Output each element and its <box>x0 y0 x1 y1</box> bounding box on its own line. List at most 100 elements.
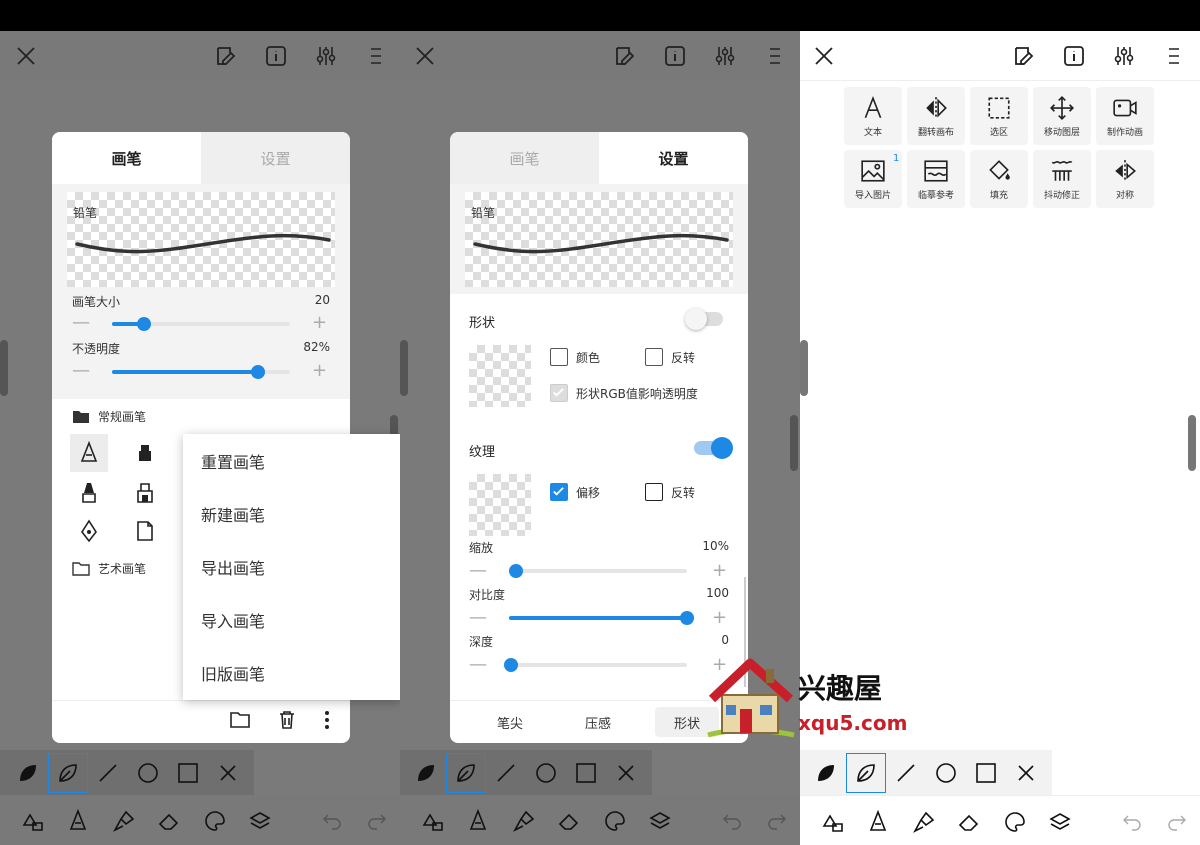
contrast-plus-icon[interactable]: + <box>712 609 727 627</box>
brush-ink-icon[interactable] <box>70 474 108 512</box>
tool-flip-canvas[interactable]: 翻转画布 <box>907 87 965 145</box>
opacity-slider[interactable] <box>112 365 290 379</box>
leaf-brush-icon[interactable] <box>8 753 48 793</box>
pencil-tool-icon[interactable] <box>456 801 502 841</box>
depth-thumb[interactable] <box>504 658 518 672</box>
leaf-brush-icon[interactable] <box>806 753 846 793</box>
trash-icon[interactable] <box>278 710 296 734</box>
leaf-brush-icon[interactable] <box>406 753 446 793</box>
circle-icon[interactable] <box>128 753 168 793</box>
shape-texture-preview[interactable] <box>469 345 531 407</box>
redo-icon[interactable] <box>1155 802 1200 842</box>
brush-stamp-icon[interactable] <box>126 474 164 512</box>
shapes-icon[interactable] <box>10 801 56 841</box>
left-scroll-handle[interactable] <box>400 340 408 396</box>
canvas-edit-icon[interactable] <box>612 43 638 69</box>
folder-add-icon[interactable] <box>230 711 250 733</box>
square-icon[interactable] <box>966 753 1006 793</box>
tab-settings[interactable]: 设置 <box>201 132 350 184</box>
menu-reset-brush[interactable]: 重置画笔 <box>183 434 400 487</box>
redo-icon[interactable] <box>755 801 801 841</box>
folder-art[interactable]: 艺术画笔 <box>72 560 146 577</box>
size-slider[interactable] <box>112 317 290 331</box>
line-icon[interactable] <box>886 753 926 793</box>
leaf-outline-icon[interactable] <box>48 753 88 793</box>
eraser-icon[interactable] <box>947 802 993 842</box>
info-icon[interactable] <box>662 43 688 69</box>
opacity-thumb[interactable] <box>250 365 265 379</box>
tool-fill[interactable]: 填充 <box>970 150 1028 208</box>
subtab-tip[interactable]: 笔尖 <box>480 707 540 737</box>
subtab-pressure[interactable]: 压感 <box>568 707 628 737</box>
eraser-icon[interactable] <box>547 801 593 841</box>
shapes-icon[interactable] <box>410 801 456 841</box>
leaf-outline-icon[interactable] <box>446 753 486 793</box>
square-icon[interactable] <box>168 753 208 793</box>
pencil-tool-icon[interactable] <box>56 801 102 841</box>
texture-invert-checkbox[interactable] <box>645 483 663 501</box>
right-scroll-handle[interactable] <box>790 415 798 471</box>
depth-minus-icon[interactable]: — <box>469 656 487 674</box>
contrast-slider[interactable] <box>509 611 694 625</box>
sliders-icon[interactable] <box>712 43 738 69</box>
texture-preview[interactable] <box>469 474 531 536</box>
tool-move-layer[interactable]: 移动图层 <box>1033 87 1091 145</box>
close-icon[interactable] <box>811 43 837 69</box>
tool-symmetry[interactable]: 对称 <box>1096 150 1154 208</box>
scale-thumb[interactable] <box>509 564 524 578</box>
folder-regular[interactable]: 常规画笔 <box>72 408 146 425</box>
info-icon[interactable] <box>263 43 289 69</box>
menu-icon[interactable] <box>762 43 788 69</box>
brush-pencil-icon[interactable] <box>70 434 108 472</box>
info-icon[interactable] <box>1061 43 1087 69</box>
palette-icon[interactable] <box>192 801 238 841</box>
layers-icon[interactable] <box>1038 802 1084 842</box>
shape-rgb-checkbox[interactable] <box>550 384 568 402</box>
shape-invert-checkbox[interactable] <box>645 348 663 366</box>
clear-icon[interactable] <box>606 753 646 793</box>
opacity-plus-icon[interactable]: + <box>312 362 327 380</box>
left-scroll-handle[interactable] <box>800 340 808 396</box>
brush-pen-icon[interactable] <box>70 512 108 550</box>
tab-brush[interactable]: 画笔 <box>52 132 201 184</box>
clear-icon[interactable] <box>208 753 248 793</box>
left-scroll-handle[interactable] <box>0 340 8 396</box>
eraser-icon[interactable] <box>147 801 193 841</box>
size-plus-icon[interactable]: + <box>312 314 327 332</box>
layers-icon[interactable] <box>638 801 684 841</box>
scale-plus-icon[interactable]: + <box>712 562 727 580</box>
tool-stabilizer[interactable]: 抖动修正 <box>1033 150 1091 208</box>
redo-icon[interactable] <box>355 801 401 841</box>
canvas-edit-icon[interactable] <box>213 43 239 69</box>
tool-selection[interactable]: 选区 <box>970 87 1028 145</box>
layers-icon[interactable] <box>238 801 284 841</box>
scale-slider[interactable] <box>509 564 687 578</box>
brush-custom-icon[interactable] <box>126 512 164 550</box>
line-icon[interactable] <box>88 753 128 793</box>
pencil-tool-icon[interactable] <box>856 802 902 842</box>
line-icon[interactable] <box>486 753 526 793</box>
size-thumb[interactable] <box>137 317 152 331</box>
circle-icon[interactable] <box>526 753 566 793</box>
contrast-minus-icon[interactable]: — <box>469 609 487 627</box>
smudge-icon[interactable] <box>501 801 547 841</box>
square-icon[interactable] <box>566 753 606 793</box>
contrast-thumb[interactable] <box>680 611 694 625</box>
close-icon[interactable] <box>13 43 39 69</box>
brush-marker-icon[interactable] <box>126 434 164 472</box>
texture-toggle[interactable] <box>694 437 733 459</box>
menu-export-brush[interactable]: 导出画笔 <box>183 540 400 593</box>
shapes-icon[interactable] <box>810 802 856 842</box>
undo-icon[interactable] <box>309 801 355 841</box>
canvas-edit-icon[interactable] <box>1011 43 1037 69</box>
shape-toggle[interactable] <box>685 308 723 330</box>
undo-icon[interactable] <box>709 801 755 841</box>
undo-icon[interactable] <box>1109 802 1155 842</box>
opacity-minus-icon[interactable]: — <box>72 362 90 380</box>
leaf-outline-icon[interactable] <box>846 753 886 793</box>
shape-color-checkbox[interactable] <box>550 348 568 366</box>
menu-legacy-brush[interactable]: 旧版画笔 <box>183 646 400 699</box>
size-minus-icon[interactable]: — <box>72 314 90 332</box>
close-icon[interactable] <box>412 43 438 69</box>
tool-text[interactable]: 文本 <box>844 87 902 145</box>
